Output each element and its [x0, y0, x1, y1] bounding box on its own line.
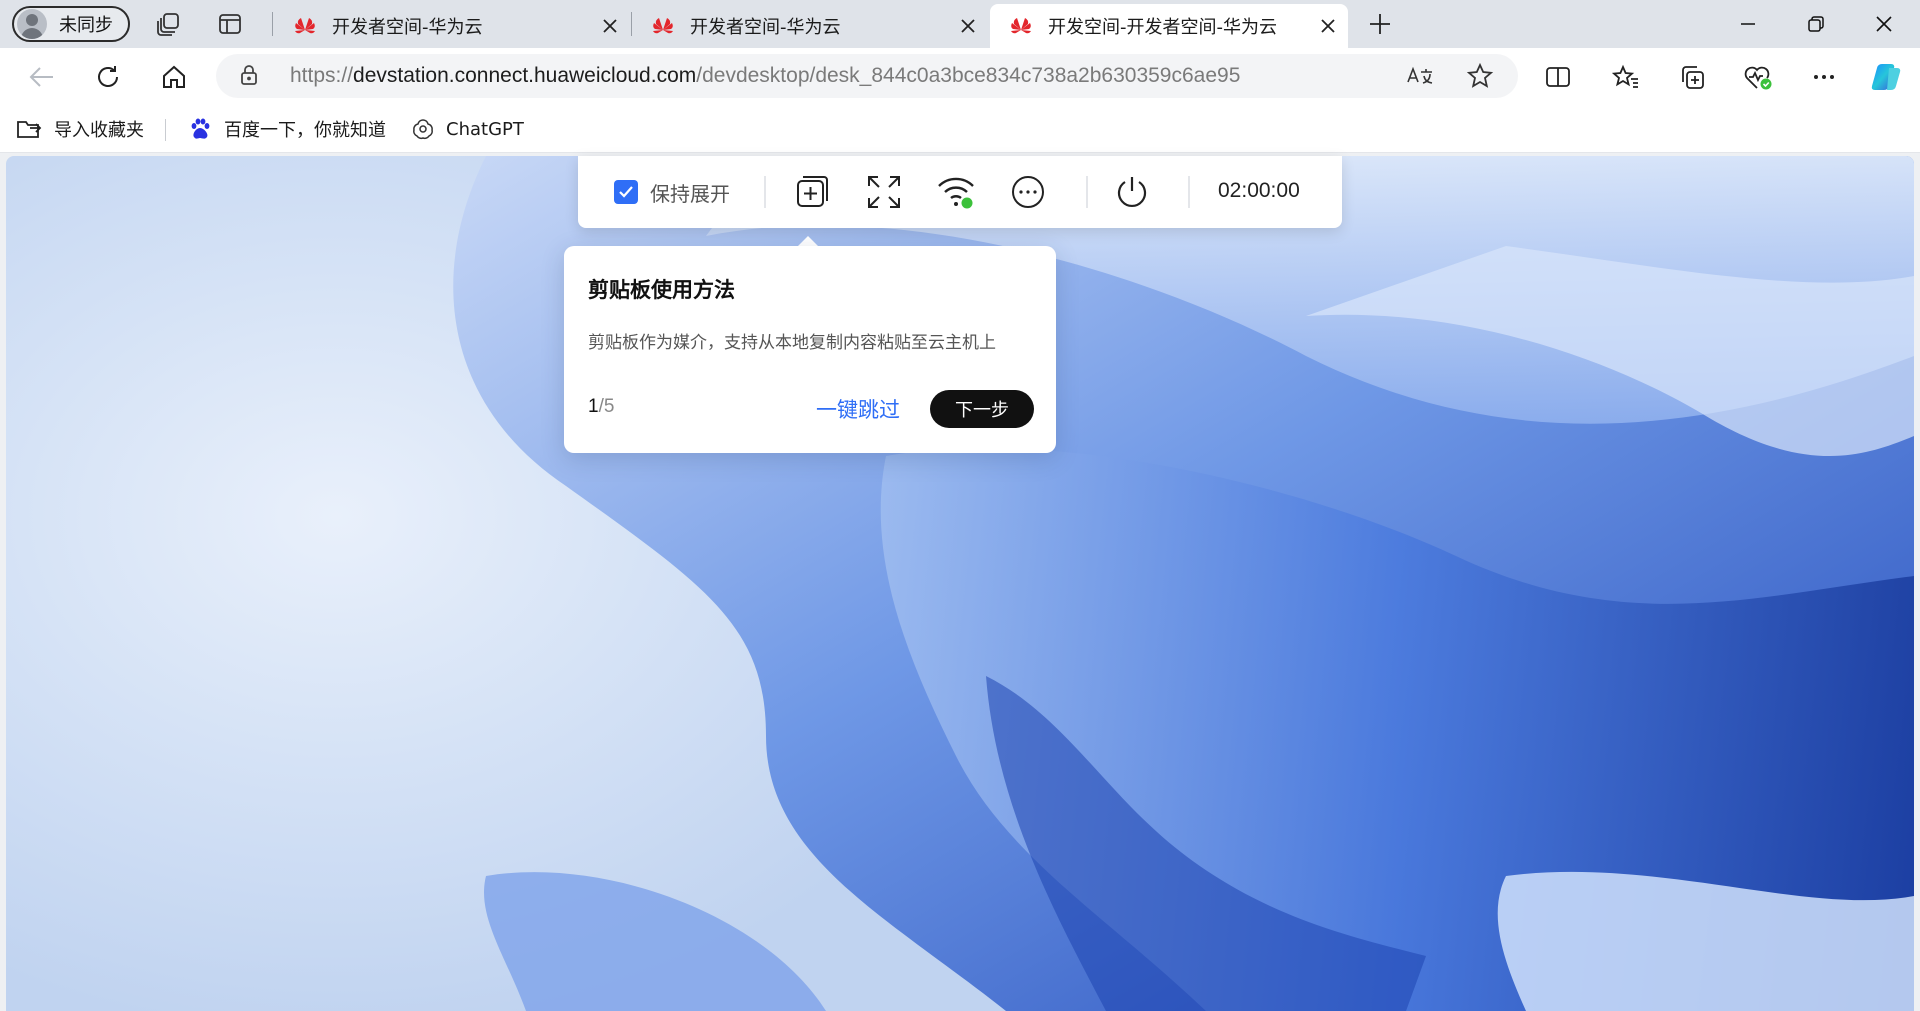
read-aloud-translate-icon[interactable]	[1406, 64, 1434, 92]
split-screen-icon[interactable]	[1540, 60, 1576, 94]
avatar	[17, 9, 47, 39]
favorites-bar: 导入收藏夹 百度一下，你就知道 ChatGPT	[0, 105, 1920, 153]
tab-title: 开发空间-开发者空间-华为云	[1048, 17, 1277, 38]
back-arrow-icon[interactable]	[24, 60, 60, 94]
checkmark-icon	[619, 186, 633, 198]
close-window-icon[interactable]	[1850, 0, 1918, 48]
clipboard-guide-popover: 剪贴板使用方法 剪贴板作为媒介，支持从本地复制内容粘贴至云主机上 1/5 一键跳…	[564, 246, 1056, 453]
url-host: devstation.connect.huaweicloud.com	[353, 64, 697, 87]
guide-title: 剪贴板使用方法	[588, 278, 735, 302]
session-timer: 02:00:00	[1218, 179, 1300, 202]
browser-toolbar: https://devstation.connect.huaweicloud.c…	[0, 48, 1920, 105]
desktop-control-bar: 保持展开 02:00:00	[578, 156, 1342, 228]
workspaces-icon[interactable]	[152, 8, 184, 40]
copilot-icon[interactable]	[1868, 60, 1904, 94]
skip-all-link[interactable]: 一键跳过	[816, 394, 900, 424]
new-tab-icon[interactable]	[1364, 8, 1396, 40]
collections-icon[interactable]	[1674, 60, 1710, 94]
url-path: /devdesktop/desk_844c0a3bce834c738a2b630…	[696, 64, 1241, 87]
tab-devspace-2[interactable]: 开发者空间-华为云	[632, 4, 988, 48]
guide-step-indicator: 1/5	[588, 396, 614, 418]
favorite-star-icon[interactable]	[1466, 62, 1494, 94]
close-tab-icon[interactable]	[596, 12, 624, 40]
restore-icon[interactable]	[1782, 0, 1850, 48]
favorite-label: 百度一下，你就知道	[224, 120, 386, 141]
browser-essentials-icon[interactable]	[1740, 60, 1776, 94]
huawei-logo-icon	[1011, 18, 1031, 34]
guide-description: 剪贴板作为媒介，支持从本地复制内容粘贴至云主机上	[588, 333, 996, 353]
favorite-label: ChatGPT	[446, 118, 524, 140]
wifi-icon[interactable]	[936, 172, 976, 212]
vertical-tabs-icon[interactable]	[214, 8, 246, 40]
tab-title: 开发者空间-华为云	[332, 17, 483, 38]
step-current: 1	[588, 396, 599, 417]
next-step-button[interactable]: 下一步	[930, 390, 1034, 428]
favorite-import[interactable]: 导入收藏夹	[16, 115, 144, 143]
power-icon[interactable]	[1112, 172, 1152, 212]
toolbar-divider	[1188, 176, 1190, 208]
more-icon[interactable]	[1008, 172, 1048, 212]
step-total: 5	[603, 396, 615, 417]
address-bar[interactable]: https://devstation.connect.huaweicloud.c…	[216, 54, 1518, 98]
keep-expanded-label[interactable]: 保持展开	[650, 178, 730, 207]
baidu-paw-icon	[191, 118, 210, 139]
profile-button[interactable]: 未同步	[12, 6, 130, 42]
favorite-baidu[interactable]: 百度一下，你就知道	[188, 115, 386, 143]
refresh-icon[interactable]	[90, 60, 126, 94]
chatgpt-icon	[413, 119, 433, 140]
lock-icon[interactable]	[240, 64, 258, 90]
fullscreen-icon[interactable]	[864, 172, 904, 212]
huawei-logo-icon	[295, 18, 315, 34]
keep-expanded-checkbox[interactable]	[614, 180, 638, 204]
home-icon[interactable]	[156, 60, 192, 94]
huawei-logo-icon	[653, 18, 673, 34]
browser-tab-strip: 未同步 开发者空间-华为云 开发者空间-华为云 开发空间-开发者空间-华为云	[0, 0, 1920, 48]
import-favorites-icon	[17, 121, 42, 138]
close-tab-icon[interactable]	[954, 12, 982, 40]
favorites-list-icon[interactable]	[1608, 60, 1644, 94]
tab-devspace-1[interactable]: 开发者空间-华为云	[274, 4, 630, 48]
tab-devspace-active[interactable]: 开发空间-开发者空间-华为云	[990, 4, 1348, 48]
url-text[interactable]: https://devstation.connect.huaweicloud.c…	[290, 64, 1240, 88]
clipboard-add-icon[interactable]	[792, 172, 832, 212]
profile-label: 未同步	[59, 15, 113, 36]
settings-more-icon[interactable]	[1806, 60, 1842, 94]
close-tab-icon[interactable]	[1314, 12, 1342, 40]
favorites-divider	[165, 119, 166, 141]
tab-title: 开发者空间-华为云	[690, 17, 841, 38]
minimize-icon[interactable]	[1714, 0, 1782, 48]
favorite-chatgpt[interactable]: ChatGPT	[412, 115, 524, 143]
url-scheme: https://	[290, 64, 354, 87]
toolbar-divider	[1086, 176, 1088, 208]
favorite-label: 导入收藏夹	[54, 120, 144, 141]
toolbar-divider	[764, 176, 766, 208]
tab-separator	[272, 12, 273, 36]
